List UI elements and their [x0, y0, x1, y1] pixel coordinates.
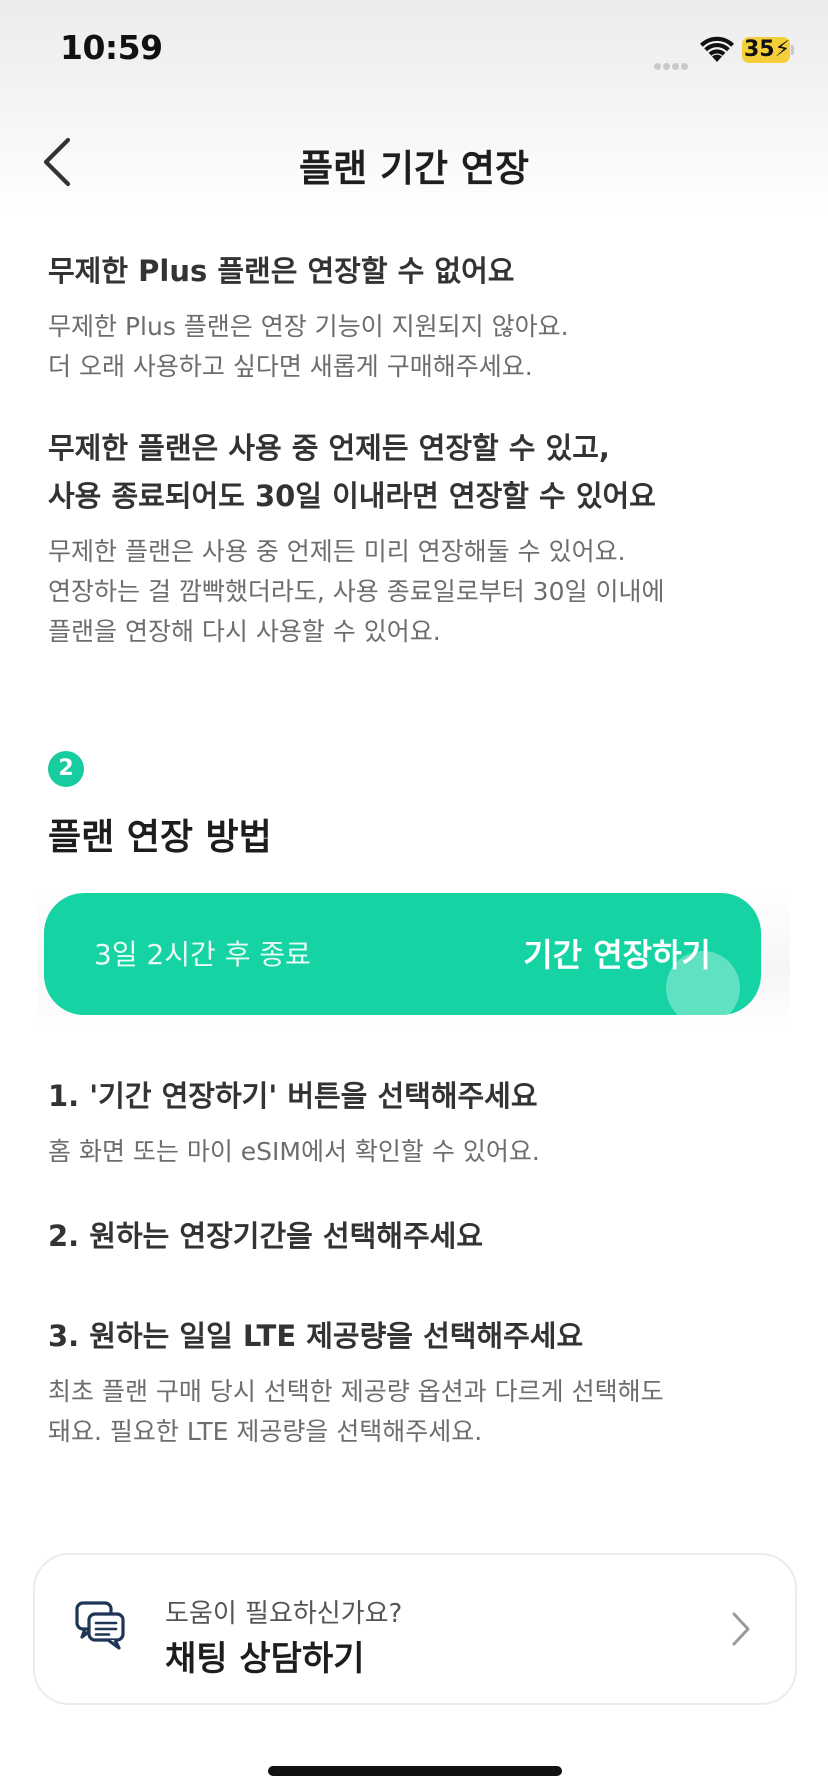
home-indicator — [268, 1766, 562, 1776]
note-heading: 무제한 플랜은 사용 중 언제든 연장할 수 있고, — [48, 431, 610, 465]
remaining-time-label: 3일 2시간 후 종료 — [94, 938, 311, 971]
touch-indicator — [666, 951, 740, 1015]
chat-bubbles-icon — [75, 1601, 125, 1650]
help-subtitle: 도움이 필요하신가요? — [165, 1599, 403, 1629]
battery-level: 35⚡ — [744, 37, 791, 62]
chevron-right-icon — [732, 1612, 750, 1646]
step-title: 2. 원하는 연장기간을 선택해주세요 — [48, 1219, 484, 1253]
note-body-line: 연장하는 걸 깜빡했더라도, 사용 종료일로부터 30일 이내에 — [48, 577, 665, 606]
note-body-line: 더 오래 사용하고 싶다면 새롭게 구매해주세요. — [48, 352, 533, 381]
step-description: 최초 플랜 구매 당시 선택한 제공량 옵션과 다르게 선택해도 — [48, 1377, 664, 1406]
chat-support-card[interactable]: 도움이 필요하신가요? 채팅 상담하기 — [33, 1553, 797, 1705]
step-description: 홈 화면 또는 마이 eSIM에서 확인할 수 있어요. — [48, 1137, 540, 1166]
step-title: 1. '기간 연장하기' 버튼을 선택해주세요 — [48, 1079, 538, 1113]
note-body-line: 플랜을 연장해 다시 사용할 수 있어요. — [48, 617, 441, 646]
cellular-signal-icon — [654, 55, 692, 70]
note-body-line: 무제한 Plus 플랜은 연장 기능이 지원되지 않아요. — [48, 312, 569, 341]
chat-consultation-label: 채팅 상담하기 — [165, 1639, 365, 1679]
page-title: 플랜 기간 연장 — [298, 147, 529, 190]
status-time: 10:59 — [60, 28, 163, 67]
step-description: 돼요. 필요한 LTE 제공량을 선택해주세요. — [48, 1417, 483, 1446]
section-title: 플랜 연장 방법 — [48, 817, 272, 858]
note-heading: 사용 종료되어도 30일 이내라면 연장할 수 있어요 — [48, 479, 656, 513]
note-heading: 무제한 Plus 플랜은 연장할 수 없어요 — [48, 254, 515, 288]
step-number-badge: 2 — [48, 751, 84, 787]
battery-cap — [791, 45, 794, 55]
extend-plan-button[interactable]: 3일 2시간 후 종료 기간 연장하기 — [44, 893, 761, 1015]
wifi-icon — [700, 36, 734, 62]
note-body-line: 무제한 플랜은 사용 중 언제든 미리 연장해둘 수 있어요. — [48, 537, 626, 566]
step-title: 3. 원하는 일일 LTE 제공량을 선택해주세요 — [48, 1319, 584, 1353]
